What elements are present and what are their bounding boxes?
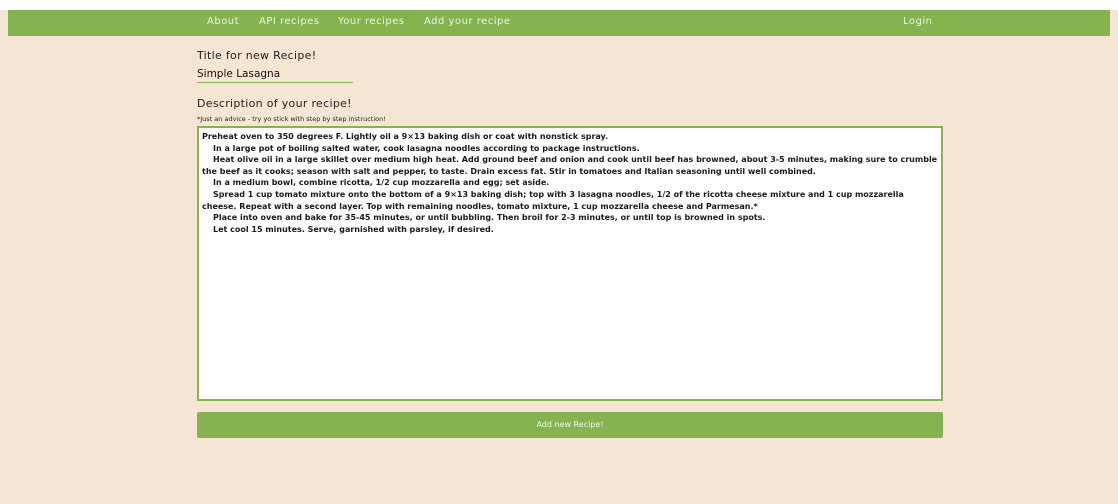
description-line: Spread 1 cup tomato mixture onto the bot… [202,189,907,211]
description-line: Place into oven and bake for 35-45 minut… [213,213,766,223]
title-label: Title for new Recipe! [197,49,317,62]
description-line: In a medium bowl, combine ricotta, 1/2 c… [213,178,550,188]
description-line: In a large pot of boiling salted water, … [213,143,640,153]
description-line: Let cool 15 minutes. Serve, garnished wi… [213,224,494,234]
nav-link-api-recipes[interactable]: API recipes [259,16,320,27]
description-line: Heat olive oil in a large skillet over m… [202,155,940,176]
title-input[interactable] [197,65,353,83]
add-recipe-button[interactable]: Add new Recipe! [197,412,943,438]
description-label: Description of your recipe! [197,97,352,110]
nav-link-add-recipe[interactable]: Add your recipe [424,16,511,27]
navbar: About API recipes Your recipes Add your … [8,10,1110,36]
nav-link-your-recipes[interactable]: Your recipes [338,16,405,27]
description-textarea[interactable]: Preheat oven to 350 degrees F. Lightly o… [197,126,943,401]
nav-link-login[interactable]: Login [903,16,932,27]
description-line: Preheat oven to 350 degrees F. Lightly o… [202,132,609,141]
top-strip [0,0,1118,10]
nav-link-about[interactable]: About [207,16,239,27]
advice-note: *Just an advice - try yo stick with step… [197,115,386,123]
